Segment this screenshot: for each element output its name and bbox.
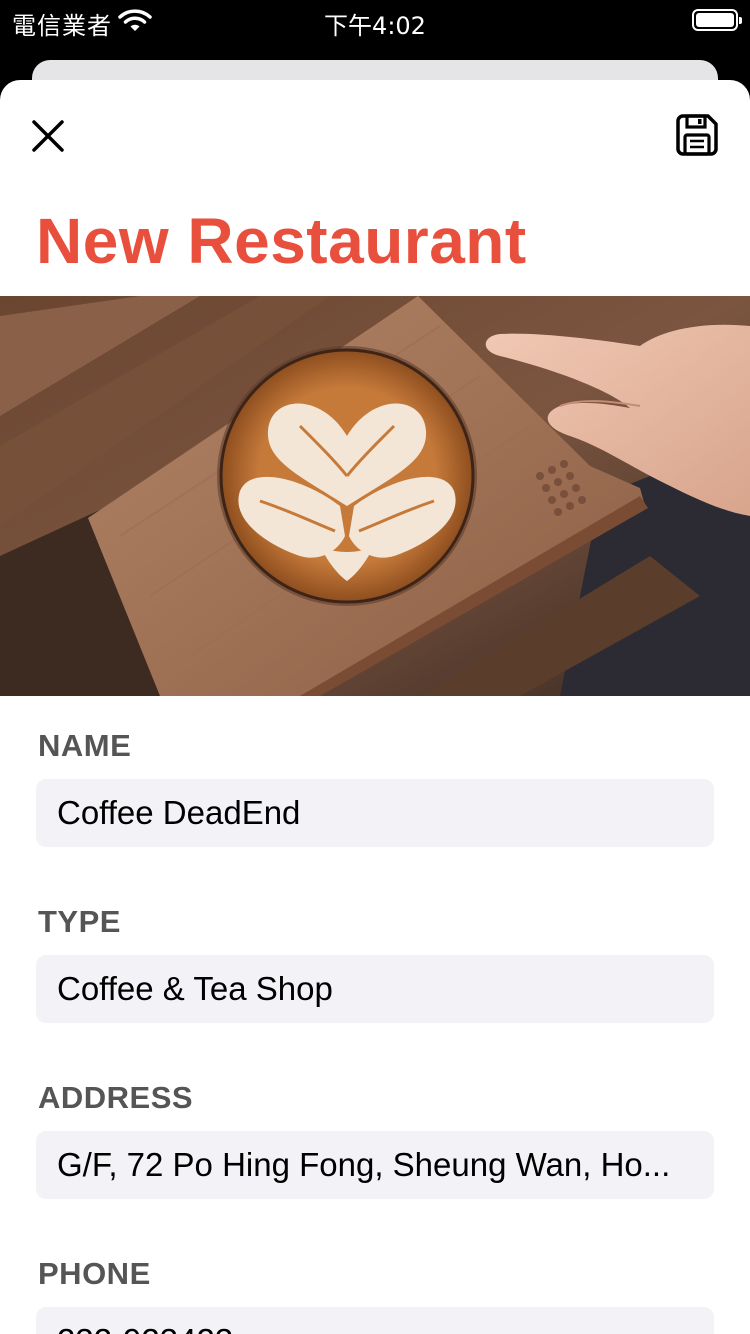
battery-icon [692,9,742,31]
phone-label: PHONE [38,1256,151,1291]
save-button[interactable] [674,112,720,158]
type-input[interactable]: Coffee & Tea Shop [57,955,690,1023]
name-input[interactable]: Coffee DeadEnd [57,779,690,847]
address-label: ADDRESS [38,1080,194,1115]
close-icon [32,120,64,152]
phone-field[interactable]: 232-923423 [36,1307,714,1334]
type-label: TYPE [38,904,121,939]
name-field[interactable]: Coffee DeadEnd [36,779,714,847]
floppy-disk-icon [676,114,718,156]
phone-input[interactable]: 232-923423 [57,1307,690,1334]
latte-art-image [0,296,750,696]
page-title: New Restaurant [36,205,527,277]
status-time: 下午4:02 [324,12,426,40]
address-input[interactable]: G/F, 72 Po Hing Fong, Sheung Wan, Ho... [57,1131,690,1199]
restaurant-photo[interactable] [0,296,750,696]
type-field[interactable]: Coffee & Tea Shop [36,955,714,1023]
address-field[interactable]: G/F, 72 Po Hing Fong, Sheung Wan, Ho... [36,1131,714,1199]
status-bar: 電信業者 下午4:02 [0,0,750,40]
name-label: NAME [38,728,132,763]
close-button[interactable] [26,114,70,158]
new-restaurant-sheet: New Restaurant NAME Coffee DeadEnd TYPE … [0,80,750,1334]
